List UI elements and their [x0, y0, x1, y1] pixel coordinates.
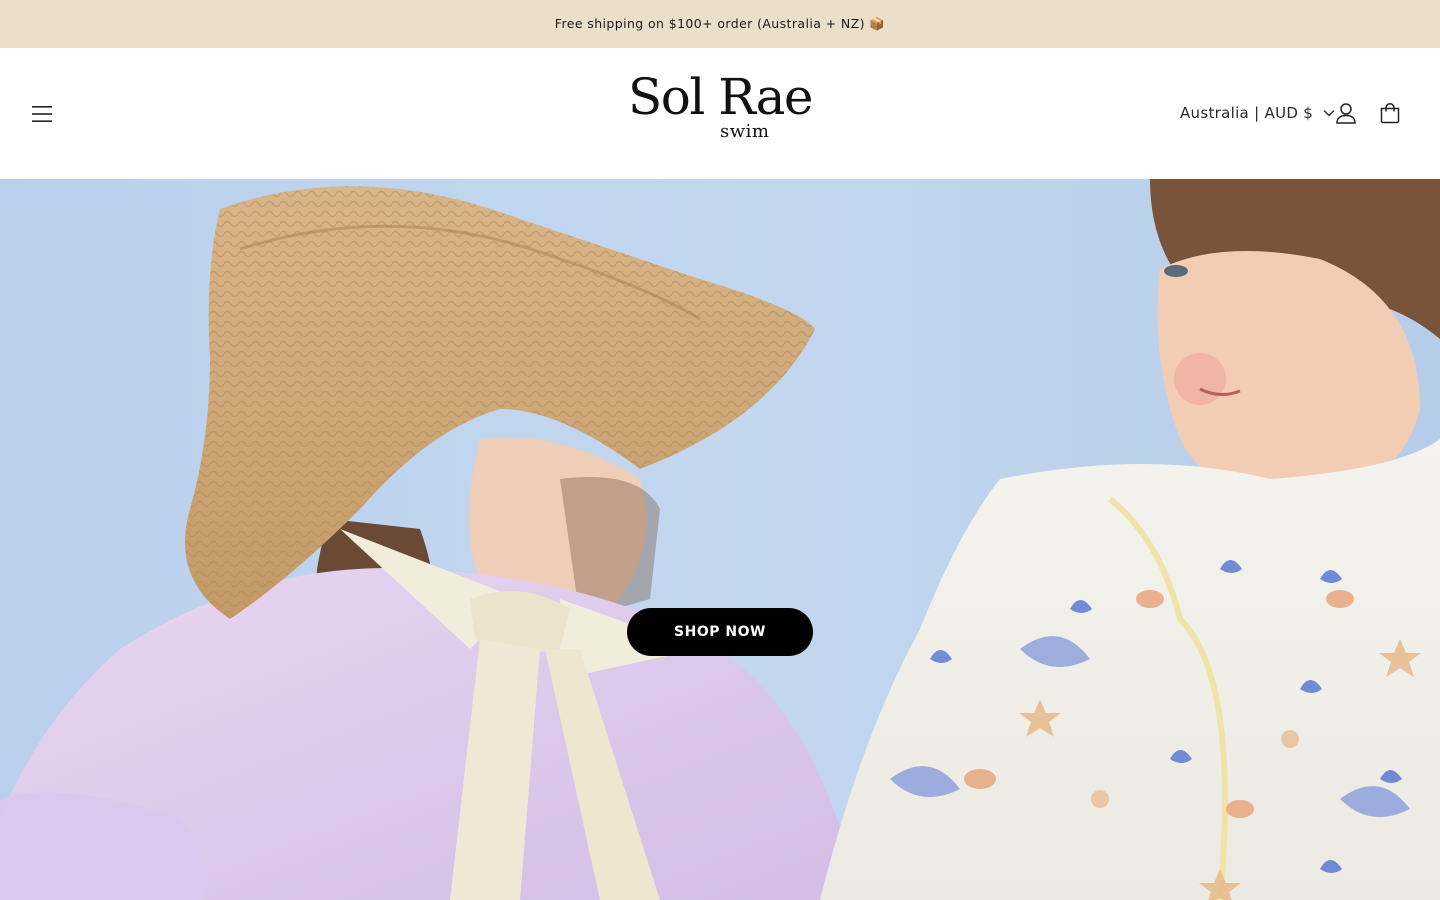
hero-banner — [0, 179, 1440, 900]
site-logo[interactable]: Sol Rae swim — [600, 70, 840, 156]
hamburger-menu-icon — [32, 106, 52, 122]
children-in-swimwear-photo — [0, 179, 1440, 900]
logo-sub-text: swim — [720, 121, 770, 142]
cart-bag-icon — [1380, 103, 1400, 124]
account-button[interactable] — [1326, 93, 1366, 133]
site-header: Sol Rae swim Australia | AUD $ — [0, 48, 1440, 179]
account-icon — [1336, 103, 1356, 124]
announcement-text: Free shipping on $100+ order (Australia … — [554, 16, 886, 31]
shop-now-button[interactable]: SHOP NOW — [627, 608, 813, 656]
menu-button[interactable] — [22, 94, 62, 134]
announcement-bar: Free shipping on $100+ order (Australia … — [0, 0, 1440, 48]
logo-main-text: Sol Rae — [628, 68, 813, 126]
country-currency-selector[interactable]: Australia | AUD $ — [1170, 95, 1345, 131]
cart-button[interactable] — [1370, 93, 1410, 133]
currency-selected-label: Australia | AUD $ — [1180, 104, 1314, 122]
